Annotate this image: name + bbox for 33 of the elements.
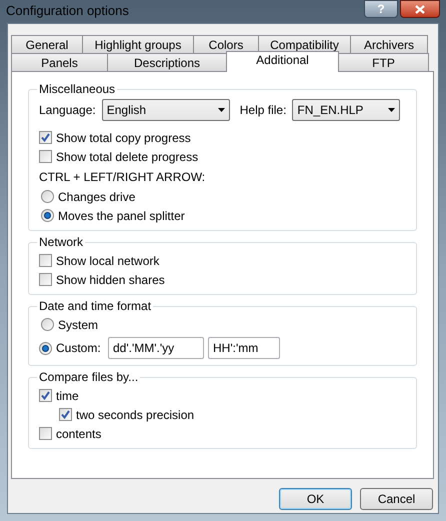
window-title: Configuration options (6, 2, 129, 20)
checkbox-label: Show total copy progress (56, 130, 191, 146)
tab[interactable]: General (11, 35, 83, 53)
radio-label: Custom: (56, 340, 102, 357)
group-title: Miscellaneous (38, 81, 116, 98)
field-label: Help file: (240, 102, 286, 119)
field-label: Language: (39, 102, 96, 119)
radio-label: Moves the panel splitter (58, 208, 185, 224)
dropdown[interactable]: FN_EN.HLP (292, 99, 400, 121)
checkbox-label: Show local network (56, 252, 160, 270)
dialog-button[interactable]: OK (279, 488, 352, 510)
dropdown[interactable]: English (102, 99, 230, 121)
tab[interactable]: Archivers (350, 35, 428, 53)
checkbox-label: two seconds precision (76, 406, 194, 424)
checkbox-label: time (56, 388, 79, 404)
tab[interactable]: FTP (338, 53, 429, 71)
group-title: Compare files by... (38, 369, 140, 386)
group-title: Network (38, 234, 84, 251)
tab[interactable]: Panels (11, 53, 108, 71)
tab[interactable]: Descriptions (107, 53, 227, 71)
tab[interactable]: Colors (193, 35, 259, 53)
format-field[interactable]: HH':'mm (208, 337, 280, 359)
radio-label: System (58, 316, 98, 334)
radio-label: Changes drive (58, 188, 136, 206)
group-title: Date and time format (38, 298, 152, 315)
format-field[interactable]: dd'.'MM'.'yy (108, 337, 204, 359)
checkbox-label: Show hidden shares (56, 272, 165, 288)
section-label: CTRL + LEFT/RIGHT ARROW: (39, 168, 206, 186)
tab[interactable]: Additional (226, 51, 339, 72)
checkbox-label: contents (56, 426, 102, 442)
checkbox-label: Show total delete progress (56, 148, 198, 166)
tab[interactable]: Highlight groups (82, 35, 194, 53)
dialog-button[interactable]: Cancel (360, 488, 433, 510)
